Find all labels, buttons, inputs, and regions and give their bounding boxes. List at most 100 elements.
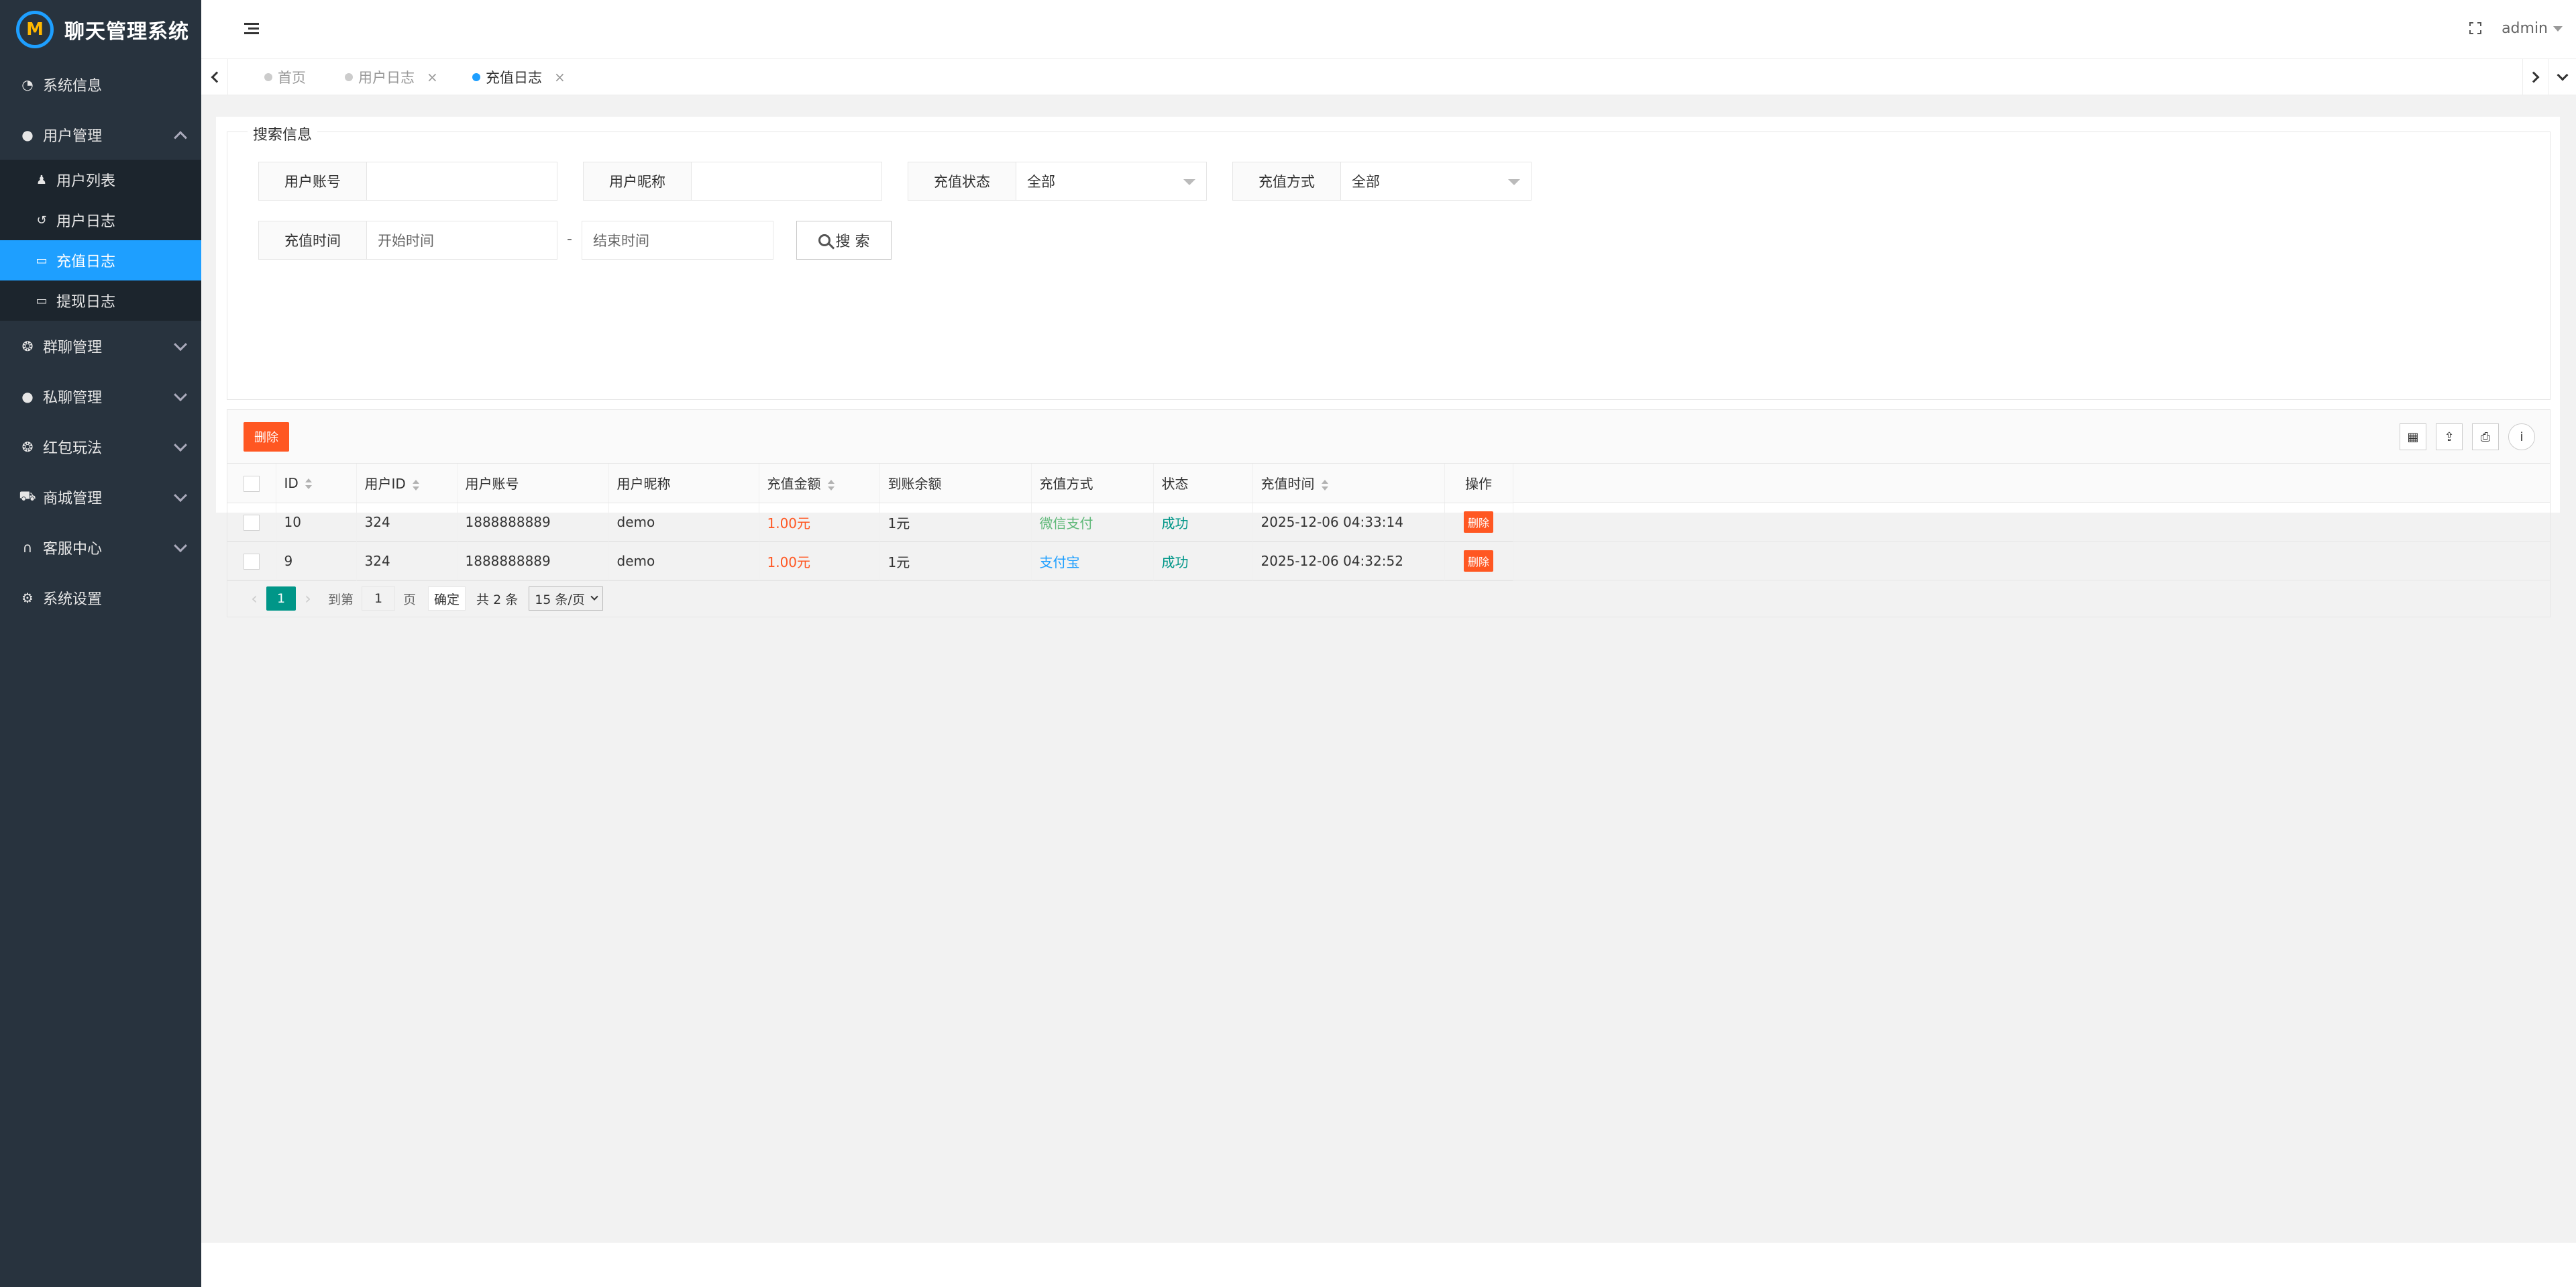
sidebar-item-user-log[interactable]: ↺ 用户日志 (0, 200, 201, 240)
chevron-down-icon (174, 488, 187, 502)
chevron-down-icon (2557, 69, 2569, 81)
nickname-filter: 用户昵称 (583, 162, 882, 201)
wechat-icon: ❂ (21, 338, 34, 354)
range-separator: - (567, 231, 572, 248)
user-menu[interactable]: admin (2502, 20, 2563, 37)
sidebar-item-customer-service[interactable]: ∩ 客服中心 (0, 522, 201, 572)
row-checkbox[interactable] (243, 553, 260, 570)
account-label: 用户账号 (258, 162, 367, 201)
sidebar-item-label: 私聊管理 (43, 389, 103, 407)
info-icon[interactable]: i (2508, 423, 2535, 450)
sidebar-item-label: 系统设置 (43, 590, 103, 608)
sidebar-item-system-info[interactable]: ◔ 系统信息 (0, 59, 201, 109)
username: admin (2502, 20, 2548, 37)
pagination: ‹ 1 › 到第 1 页 确定 共 2 条 15 条/页 (227, 580, 603, 617)
column-header[interactable]: 用户ID (356, 464, 458, 503)
chevron-down-icon (590, 593, 598, 601)
method-select[interactable]: 全部 (1341, 162, 1532, 201)
end-time-filter: 结束时间 (582, 221, 773, 260)
footer (201, 1243, 2576, 1287)
method-filter: 充值方式 全部 (1232, 162, 1532, 201)
method-label: 充值方式 (1232, 162, 1341, 201)
start-time-input[interactable]: 开始时间 (367, 221, 557, 260)
column-header: 到账余额 (879, 464, 1032, 503)
tabs-menu-button[interactable] (2549, 59, 2576, 95)
batch-delete-button[interactable]: 删除 (244, 422, 289, 452)
end-time-input[interactable]: 结束时间 (582, 221, 773, 260)
goto-confirm-button[interactable]: 确定 (428, 586, 466, 611)
chat-icon: ● (21, 388, 34, 405)
search-legend: 搜索信息 (248, 123, 318, 144)
tabs-scroll-right-button[interactable] (2522, 59, 2549, 95)
select-all-checkbox[interactable] (243, 475, 260, 492)
sidebar-item-user-list[interactable]: ♟ 用户列表 (0, 160, 201, 200)
sidebar-item-private-chat[interactable]: ● 私聊管理 (0, 371, 201, 421)
sort-icon[interactable] (1321, 479, 1328, 491)
sort-icon[interactable] (412, 479, 419, 491)
print-icon[interactable]: ⎙ (2472, 423, 2499, 450)
row-delete-button[interactable]: 删除 (1463, 550, 1493, 572)
table-header-row: ID 用户ID 用户账号 用户昵称 充值金额 到账余额 充值方式 状态 充值时间… (227, 464, 1513, 503)
column-header[interactable]: 充值金额 (759, 464, 880, 503)
sidebar-item-user-management[interactable]: ● 用户管理 (0, 109, 201, 160)
chevron-down-icon (174, 437, 187, 452)
page-size-select[interactable]: 15 条/页 (529, 586, 603, 611)
sidebar-item-label: 提现日志 (56, 294, 116, 311)
menu-toggle-icon[interactable] (244, 23, 259, 36)
next-page-button[interactable]: › (296, 589, 320, 608)
sidebar-item-recharge-log[interactable]: ▭ 充值日志 (0, 240, 201, 280)
tabs-bar: 首页 用户日志 × 充值日志 × (201, 59, 2576, 95)
sidebar-item-red-packet[interactable]: ❂ 红包玩法 (0, 421, 201, 472)
column-header[interactable]: 充值时间 (1252, 464, 1445, 503)
sidebar: M 聊天管理系统 ◔ 系统信息 ● 用户管理 ♟ 用户列表 ↺ 用户日志 ▭ 充… (0, 0, 201, 1287)
sidebar-item-withdraw-log[interactable]: ▭ 提现日志 (0, 280, 201, 321)
cell-nickname: demo (608, 503, 759, 542)
columns-icon[interactable]: ▦ (2400, 423, 2426, 450)
table-row: 10 324 1888888889 demo 1.00元 1元 微信支付 成功 … (227, 503, 1513, 542)
sidebar-item-settings[interactable]: ⚙ 系统设置 (0, 572, 201, 623)
users-icon: ♟ (36, 172, 48, 187)
close-icon[interactable]: × (427, 69, 438, 85)
account-input[interactable] (367, 162, 557, 201)
row-checkbox[interactable] (243, 514, 260, 531)
tab-user-log[interactable]: 用户日志 × (335, 59, 447, 95)
search-icon (818, 234, 830, 246)
prev-page-button[interactable]: ‹ (242, 589, 266, 608)
sort-icon[interactable] (305, 478, 312, 490)
tab-dot-icon (264, 73, 272, 81)
cell-time: 2025-12-06 04:32:52 (1252, 542, 1445, 581)
tab-dot-icon (345, 73, 353, 81)
app-title: 聊天管理系统 (64, 20, 189, 44)
method-select-value: 全部 (1352, 174, 1380, 190)
main-content: 搜索信息 用户账号 用户昵称 充值状态 全部 充值方式 全部 充值时间 开始时间 (216, 117, 2560, 617)
export-icon[interactable]: ⇪ (2436, 423, 2463, 450)
status-select[interactable]: 全部 (1016, 162, 1207, 201)
time-label: 充值时间 (258, 221, 367, 260)
cell-balance: 1元 (879, 542, 1032, 581)
sidebar-menu: ◔ 系统信息 ● 用户管理 ♟ 用户列表 ↺ 用户日志 ▭ 充值日志 ▭ 提现日… (0, 59, 201, 623)
status-select-value: 全部 (1027, 174, 1055, 190)
sort-icon[interactable] (827, 479, 835, 491)
nickname-input[interactable] (692, 162, 882, 201)
sidebar-item-mall[interactable]: ⛟ 商城管理 (0, 472, 201, 522)
close-icon[interactable]: × (554, 69, 566, 85)
status-label: 充值状态 (908, 162, 1016, 201)
tab-recharge-log[interactable]: 充值日志 × (463, 59, 575, 95)
fullscreen-icon[interactable] (2469, 21, 2482, 35)
sidebar-item-group-chat[interactable]: ❂ 群聊管理 (0, 321, 201, 371)
cart-icon: ⛟ (19, 488, 36, 504)
row-delete-button[interactable]: 删除 (1463, 511, 1493, 533)
tabs-scroll-left-button[interactable] (201, 59, 228, 95)
tab-home[interactable]: 首页 (255, 59, 315, 95)
cell-id: 9 (276, 542, 357, 581)
user-icon: ● (21, 126, 34, 143)
column-header: 用户账号 (457, 464, 609, 503)
goto-page-input[interactable]: 1 (362, 586, 396, 611)
current-page[interactable]: 1 (266, 586, 296, 611)
search-button[interactable]: 搜 索 (796, 221, 892, 260)
column-header[interactable]: ID (276, 464, 357, 503)
logo[interactable]: M 聊天管理系统 (0, 0, 201, 59)
chevron-left-icon (211, 71, 222, 83)
cell-balance: 1元 (879, 503, 1032, 542)
goto-label: 到第 (328, 592, 354, 607)
